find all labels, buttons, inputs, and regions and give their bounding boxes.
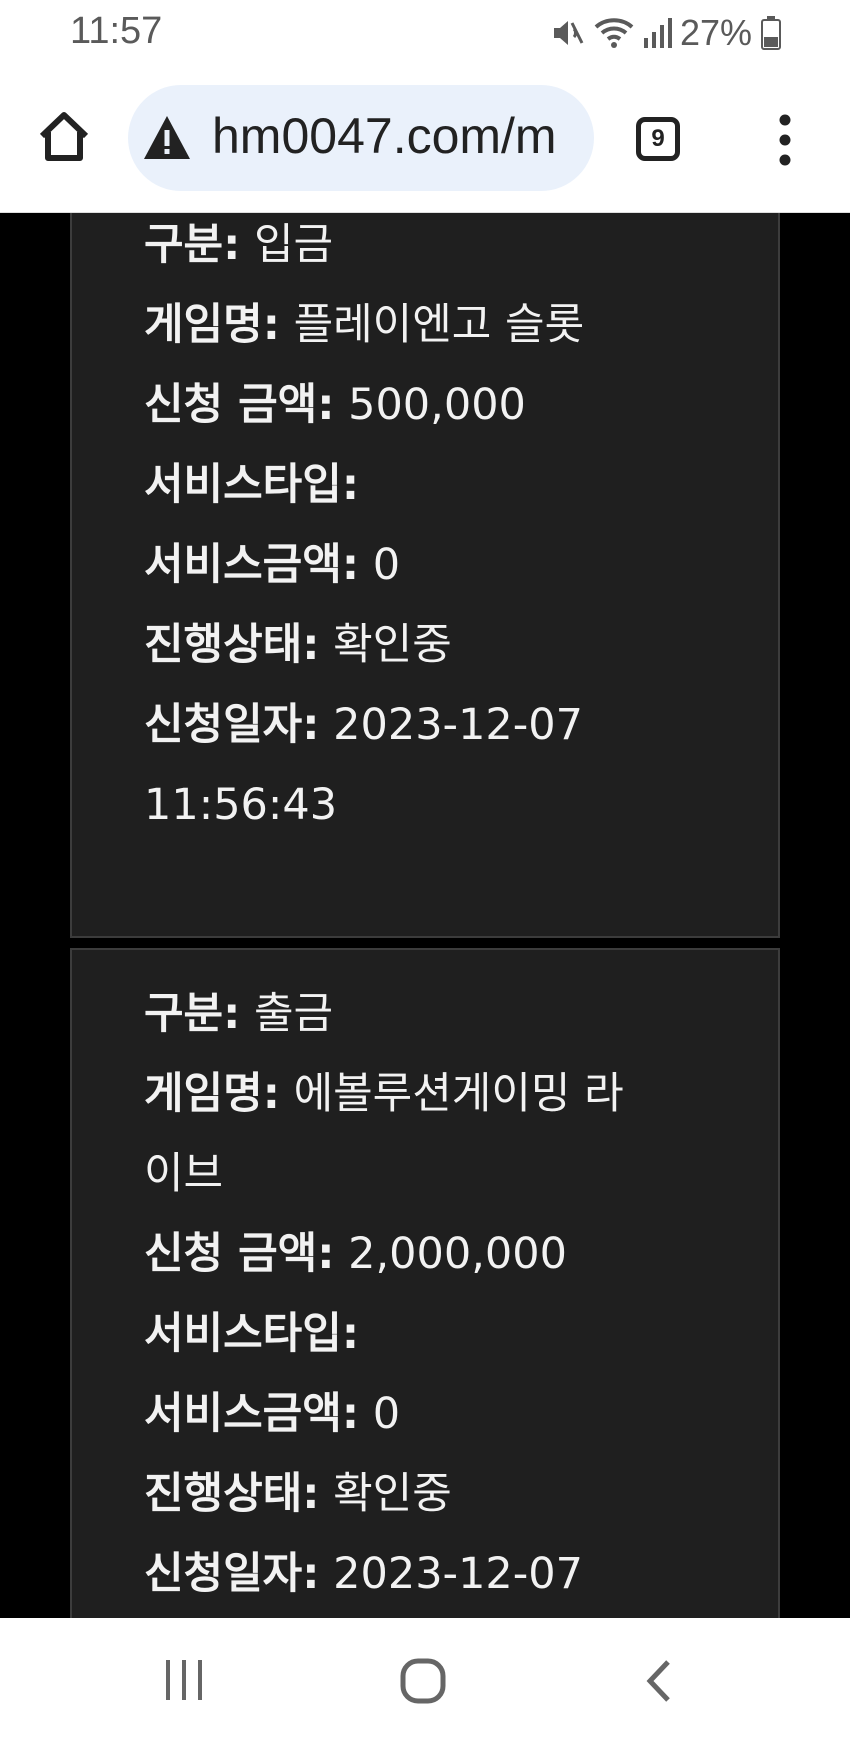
status-icons: 27% xyxy=(550,12,782,54)
status-time: 11:57 xyxy=(70,10,163,52)
home-circle-icon[interactable] xyxy=(400,1658,446,1704)
more-icon[interactable] xyxy=(770,110,800,170)
home-icon[interactable] xyxy=(34,106,94,166)
tabs-button[interactable]: 9 xyxy=(636,117,680,161)
row-game-name: 게임명: 플레이엔고 슬롯 xyxy=(144,300,585,350)
signal-icon xyxy=(643,18,672,48)
system-nav-bar xyxy=(0,1618,850,1747)
transaction-card: 구분: 입금 게임명: 플레이엔고 슬롯 신청 금액: 500,000 서비스타… xyxy=(70,213,780,938)
row-type: 구분: 출금 xyxy=(144,989,334,1039)
status-bar: 11:57 27% xyxy=(0,0,850,66)
row-status: 진행상태: 확인중 xyxy=(144,620,452,670)
battery-icon xyxy=(761,16,781,50)
page-content: 구분: 입금 게임명: 플레이엔고 슬롯 신청 금액: 500,000 서비스타… xyxy=(0,213,850,1618)
tab-count: 9 xyxy=(651,125,665,152)
transaction-card: 구분: 출금 게임명: 에볼루션게이밍 라 이브 신청 금액: 2,000,00… xyxy=(70,948,780,1618)
address-bar[interactable]: hm0047.com/m xyxy=(128,85,594,191)
row-status: 진행상태: 확인중 xyxy=(144,1469,452,1519)
row-service-type: 서비스타입: xyxy=(144,1309,360,1359)
back-icon[interactable] xyxy=(644,1658,674,1704)
row-request-amount: 신청 금액: 2,000,000 xyxy=(144,1229,567,1279)
row-request-date: 신청일자: 2023-12-07 xyxy=(144,700,584,750)
row-type: 구분: 입금 xyxy=(144,220,334,270)
row-game-name-cont: 이브 xyxy=(144,1149,224,1199)
row-request-amount: 신청 금액: 500,000 xyxy=(144,380,526,430)
row-request-time: 11:56:43 xyxy=(144,780,338,830)
row-service-type: 서비스타입: xyxy=(144,460,360,510)
wifi-icon xyxy=(594,18,634,48)
url-text[interactable]: hm0047.com/m xyxy=(212,107,584,165)
mute-icon xyxy=(553,21,584,45)
row-service-amount: 서비스금액: 0 xyxy=(144,1389,401,1439)
row-service-amount: 서비스금액: 0 xyxy=(144,540,401,590)
row-game-name: 게임명: 에볼루션게이밍 라 xyxy=(144,1069,624,1119)
warning-icon[interactable] xyxy=(142,113,192,163)
row-request-date: 신청일자: 2023-12-07 xyxy=(144,1549,584,1599)
browser-toolbar: hm0047.com/m 9 xyxy=(0,66,850,213)
battery-percent: 27% xyxy=(679,12,752,53)
recent-apps-icon[interactable] xyxy=(162,1658,206,1702)
